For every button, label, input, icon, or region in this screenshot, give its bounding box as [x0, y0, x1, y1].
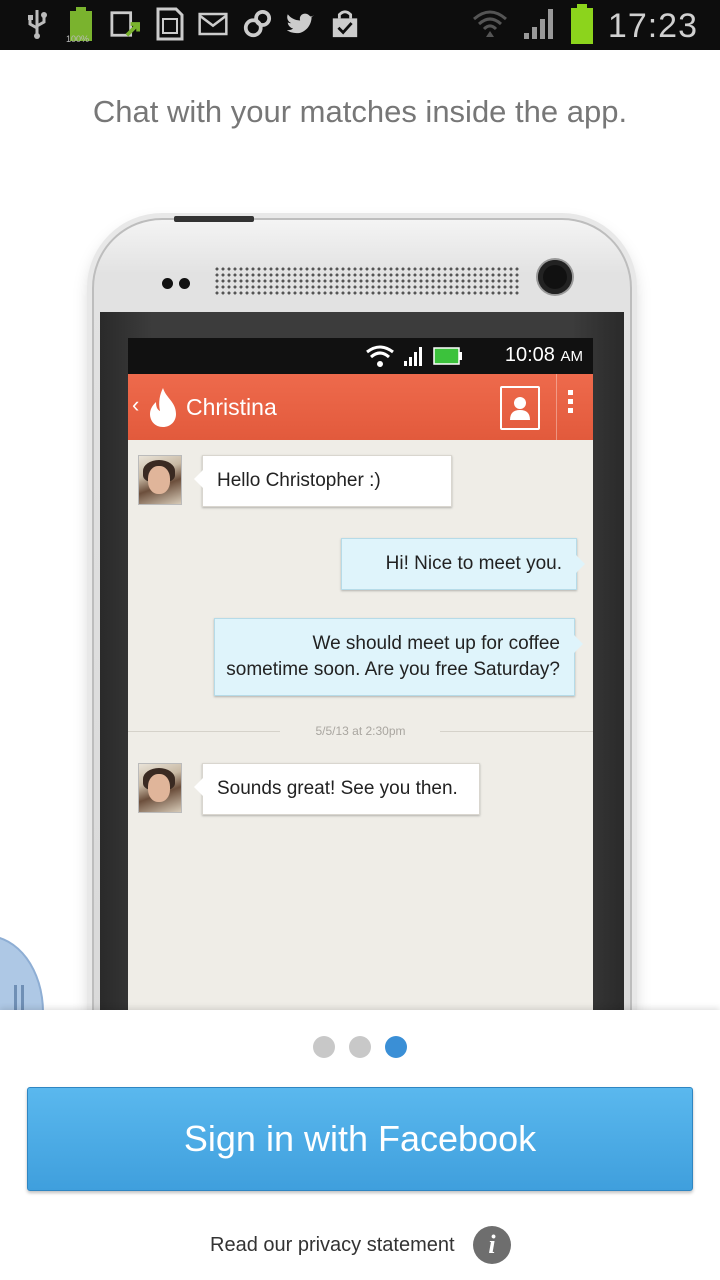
message-bubble-incoming: Hello Christopher :) — [194, 455, 452, 507]
contact-name: Christina — [186, 394, 277, 420]
chat-action-bar: ‹ Christina — [128, 374, 593, 440]
message-text-line: We should meet up for coffee — [312, 633, 560, 654]
message-bubble-outgoing: We should meet up for coffee sometime so… — [214, 618, 583, 696]
twitter-icon — [286, 8, 316, 40]
battery-full-icon — [570, 4, 594, 49]
message-text: Sounds great! See you then. — [217, 778, 458, 799]
page-dot[interactable] — [349, 1036, 371, 1058]
message-text: Hi! Nice to meet you. — [385, 553, 562, 574]
privacy-statement-link[interactable]: Read our privacy statement i — [0, 1226, 720, 1266]
gmail-icon — [198, 8, 228, 40]
page-dot[interactable] — [313, 1036, 335, 1058]
signal-icon — [403, 345, 425, 373]
message-bubble-incoming: Sounds great! See you then. — [194, 763, 480, 815]
phone-sensors — [162, 278, 190, 289]
back-chevron-icon[interactable]: ‹ — [132, 392, 139, 418]
status-time: 17:23 — [607, 7, 698, 45]
wifi-icon — [365, 344, 395, 374]
sync-icon — [242, 8, 272, 40]
page-dot-active[interactable] — [385, 1036, 407, 1058]
contact-profile-button[interactable] — [500, 386, 540, 430]
tinder-flame-icon[interactable] — [146, 386, 180, 433]
phone-camera — [538, 260, 572, 294]
info-icon[interactable]: i — [473, 1226, 511, 1264]
usb-icon — [22, 8, 52, 40]
signal-icon — [522, 7, 556, 46]
message-timestamp: 5/5/13 at 2:30pm — [315, 724, 406, 738]
battery-percent: 100% — [66, 34, 90, 44]
bottom-panel: Sign in with Facebook Read our privacy s… — [0, 1010, 720, 1280]
status-bar: 100% 17:23 — [0, 0, 720, 50]
phone-screen: 10:08 AM ‹ Christina Hello Christopher :… — [128, 338, 593, 1018]
onboarding-screen: 100% 17:23 Chat with your matches inside… — [0, 0, 720, 1280]
message-timestamp-row: 5/5/13 at 2:30pm — [128, 722, 593, 742]
phone-status-time: 10:08 AM — [504, 344, 583, 366]
privacy-statement-text[interactable]: Read our privacy statement — [210, 1234, 455, 1257]
page-indicator — [0, 1036, 720, 1058]
avatar — [138, 763, 182, 813]
sign-in-facebook-button[interactable]: Sign in with Facebook — [27, 1087, 693, 1191]
action-bar-divider — [556, 374, 557, 440]
message-text: Hello Christopher :) — [217, 470, 381, 491]
overflow-menu-icon[interactable] — [568, 390, 573, 413]
battery-icon — [433, 346, 463, 372]
upload-icon — [110, 8, 140, 40]
sd-card-icon — [154, 7, 184, 41]
message-bubble-outgoing: Hi! Nice to meet you. — [341, 538, 585, 590]
phone-speaker-grille — [214, 266, 520, 296]
phone-power-slot — [174, 216, 254, 222]
shopping-bag-icon — [330, 8, 360, 40]
wifi-icon — [472, 7, 508, 46]
person-icon — [510, 397, 530, 420]
avatar — [138, 455, 182, 505]
message-text-line: sometime soon. Are you free Saturday? — [226, 659, 560, 680]
phone-status-bar: 10:08 AM — [128, 338, 593, 374]
tagline: Chat with your matches inside the app. — [92, 94, 628, 129]
